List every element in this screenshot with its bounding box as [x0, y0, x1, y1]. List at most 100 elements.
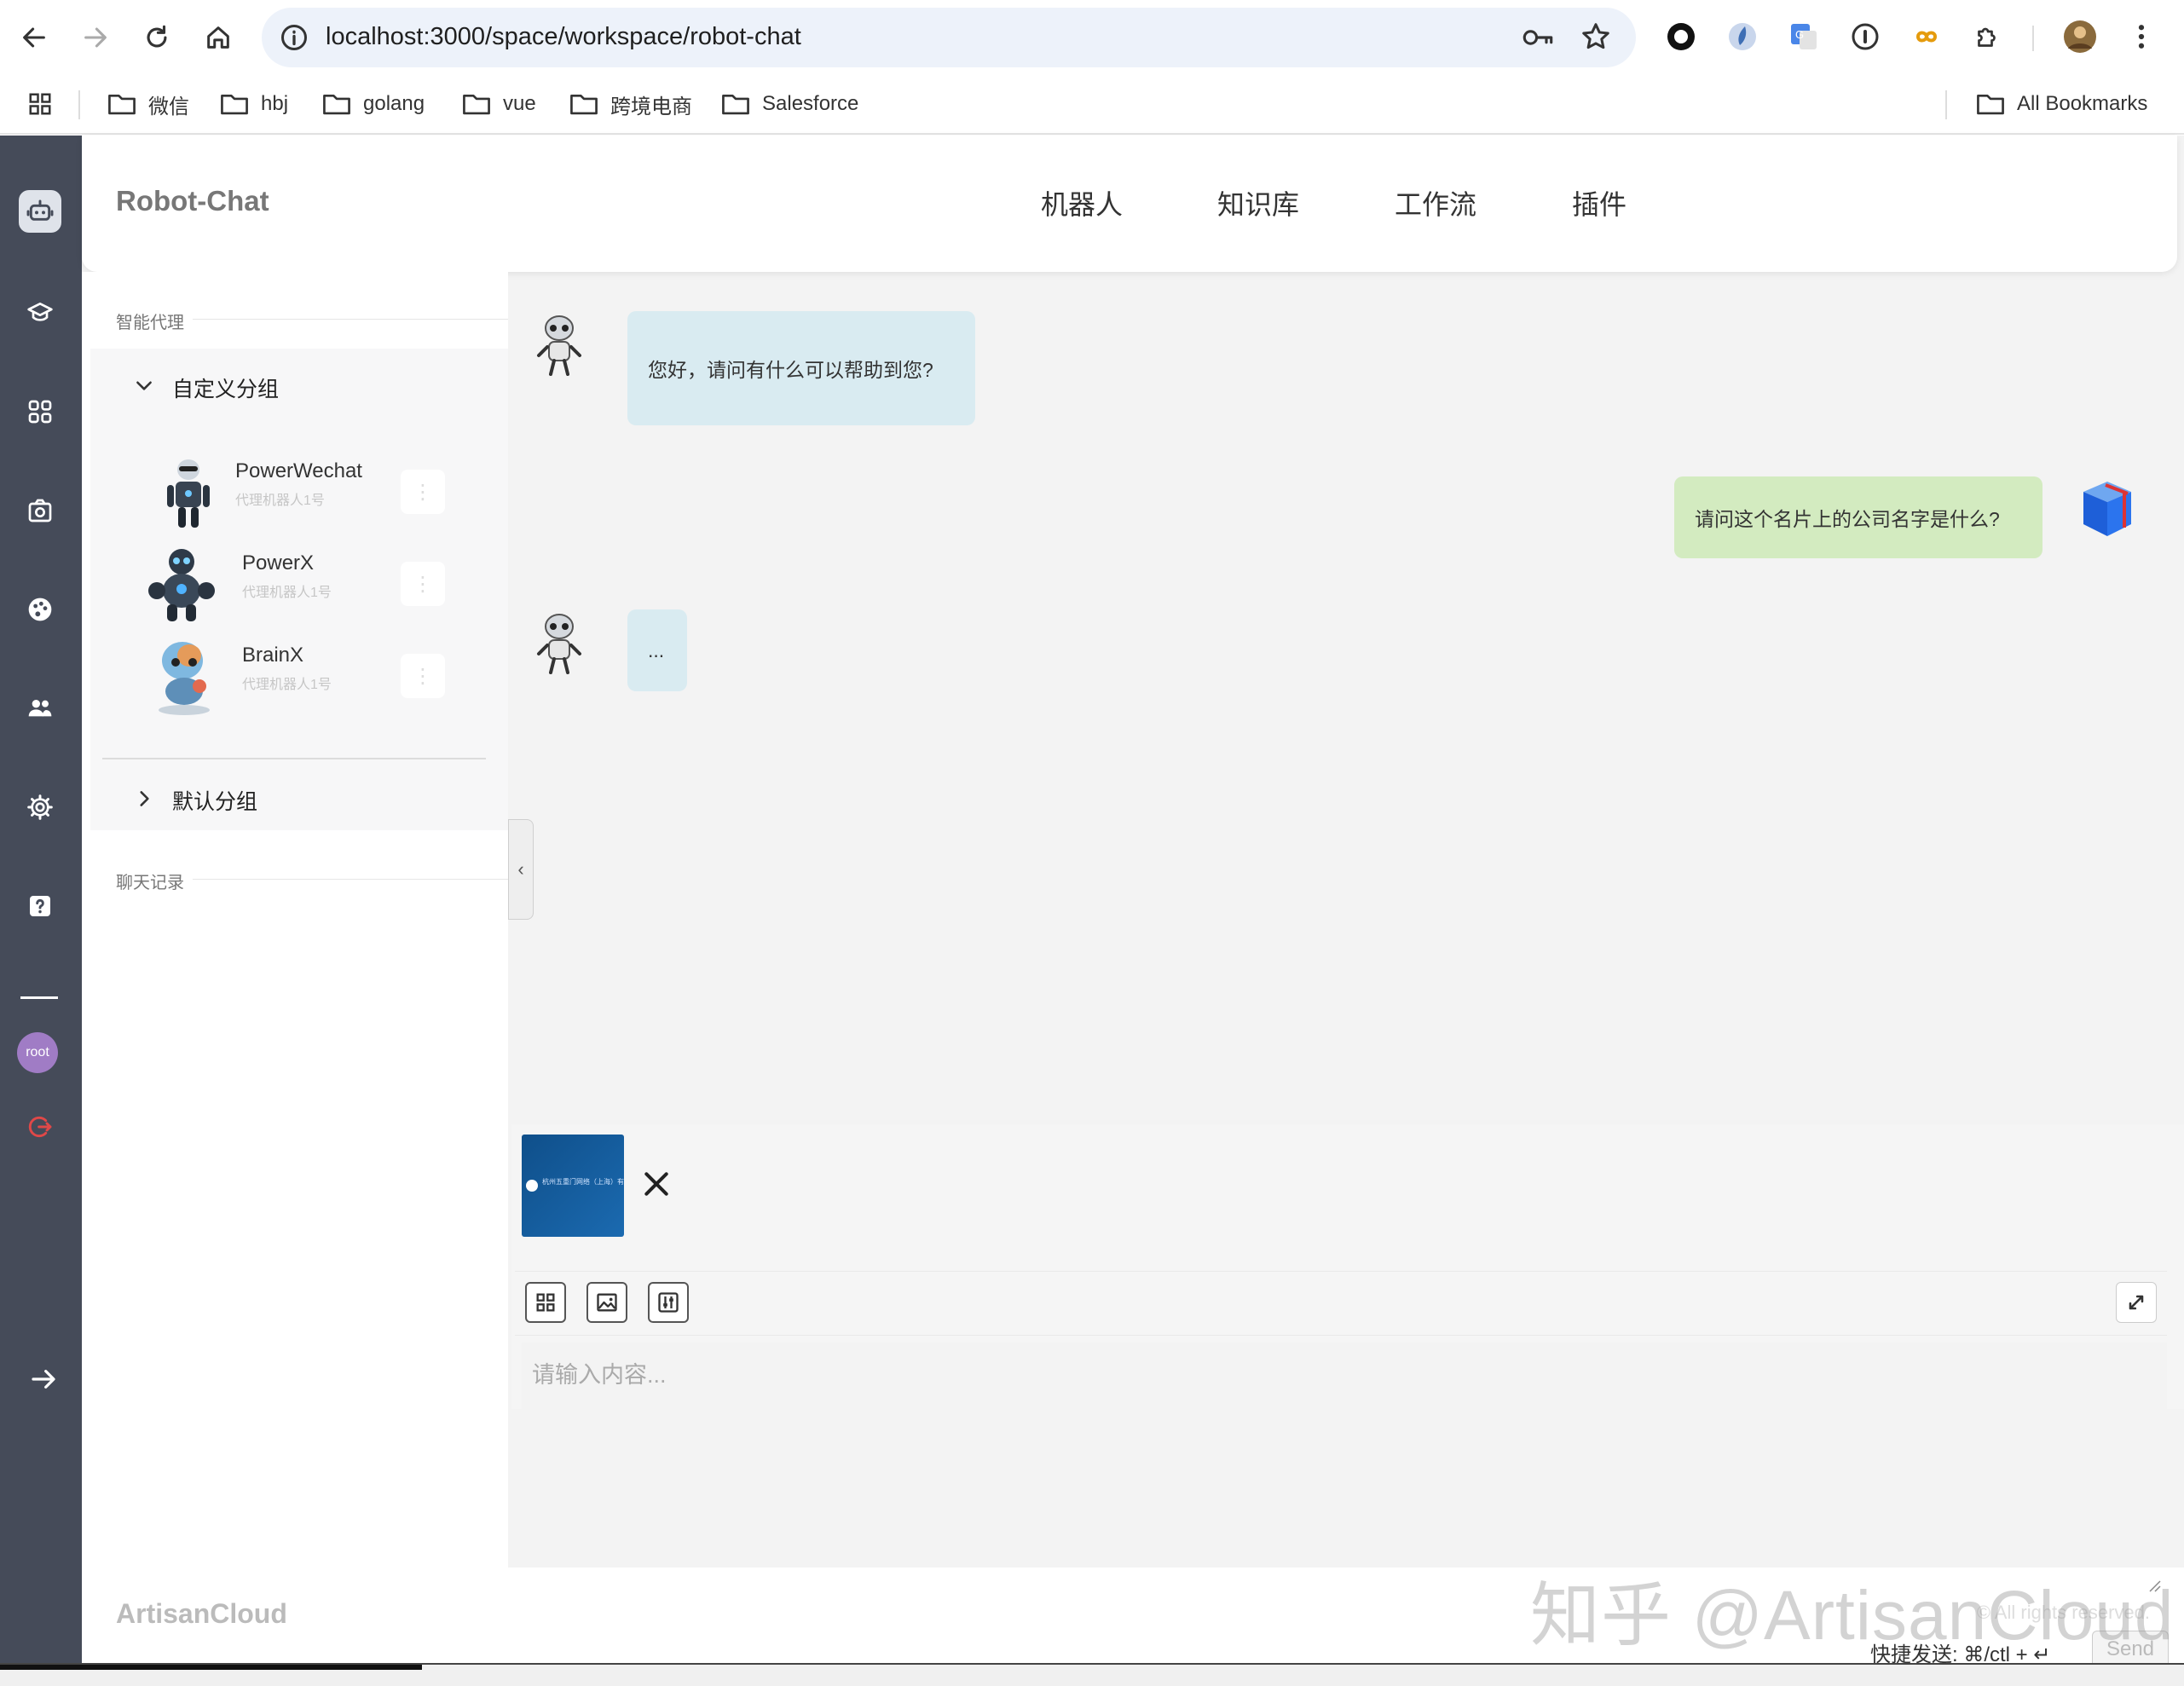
section-divider [193, 319, 508, 320]
agent-menu-button[interactable]: ⋮ [401, 470, 445, 514]
agent-menu-button[interactable]: ⋮ [401, 562, 445, 606]
footer-brand: ArtisanCloud [116, 1598, 287, 1629]
extension-drop-icon[interactable] [1725, 19, 1760, 55]
bookmark-folder[interactable]: 微信 [107, 87, 189, 121]
all-bookmarks-folder[interactable]: All Bookmarks [1976, 87, 2147, 121]
user-message-bubble: 请问这个名片上的公司名字是什么? [1674, 476, 2042, 558]
svg-text:G: G [1795, 28, 1804, 41]
arrow-right-icon [84, 27, 107, 48]
nav-workflow[interactable]: 工作流 [1395, 183, 1476, 222]
bot-avatar-icon [537, 614, 581, 674]
bookmark-folder[interactable]: hbj [220, 87, 288, 121]
site-info-icon[interactable] [279, 22, 309, 53]
camera-icon[interactable] [19, 489, 61, 532]
browser-toolbar: localhost:3000/space/workspace/robot-cha… [0, 0, 2184, 75]
nav-robots[interactable]: 机器人 [1041, 183, 1123, 222]
apps-button[interactable] [525, 1282, 566, 1323]
expand-icon [2129, 1295, 2144, 1310]
user-avatar[interactable]: root [17, 1032, 58, 1073]
close-icon[interactable] [639, 1167, 673, 1201]
bot-typing-bubble: ... [627, 609, 687, 691]
agents-section-title: 智能代理 [116, 314, 184, 332]
sidebar-collapse-button[interactable]: ‹ [508, 819, 534, 920]
folder-icon [570, 94, 598, 115]
address-bar[interactable]: localhost:3000/space/workspace/robot-cha… [262, 8, 1636, 67]
chevron-right-icon[interactable] [133, 788, 155, 810]
menu-dots-icon[interactable] [2123, 19, 2159, 55]
history-section-title: 聊天记录 [116, 874, 184, 892]
bookmark-folder[interactable]: Salesforce [721, 87, 858, 121]
app-brand[interactable]: Robot-Chat [116, 185, 269, 217]
translate-icon[interactable]: G [1786, 19, 1822, 55]
bot-message-bubble: 您好，请问有什么可以帮助到您? [627, 311, 975, 425]
group-custom[interactable]: 自定义分组 [172, 372, 279, 403]
agent-menu-button[interactable]: ⋮ [401, 654, 445, 698]
arrow-left-icon [23, 27, 45, 48]
nav-plugins[interactable]: 插件 [1572, 183, 1626, 222]
logo-dot-icon [526, 1180, 538, 1192]
top-header: Robot-Chat 机器人 知识库 工作流 插件 [82, 136, 2177, 272]
robot-avatar-icon [167, 459, 210, 528]
logout-icon[interactable] [19, 1106, 61, 1148]
bookmark-star-icon[interactable] [1580, 20, 1612, 53]
forward-button[interactable] [75, 17, 116, 58]
robot-icon[interactable] [19, 190, 61, 233]
agent-item-powerx[interactable]: PowerX 代理机器人1号 ⋮ [143, 543, 450, 625]
user-cube-avatar-icon [2083, 482, 2131, 536]
chevron-down-icon[interactable] [133, 374, 155, 396]
app-main: Robot-Chat 机器人 知识库 工作流 插件 智能代理 自定义分组 Pow… [82, 136, 2184, 1668]
rail-divider [20, 996, 58, 999]
folder-icon [722, 94, 749, 115]
group-divider [102, 758, 486, 759]
robot-avatar-icon [159, 642, 210, 715]
extension-circle-icon[interactable] [1663, 19, 1699, 55]
infinity-extension-icon[interactable] [1909, 19, 1944, 55]
grid-icon [536, 1293, 555, 1312]
watermark-text: 知乎 @ArtisanCloud [1530, 1577, 2175, 1654]
section-divider [193, 879, 508, 880]
profile-avatar[interactable] [2062, 19, 2098, 55]
agent-item-powerwechat[interactable]: PowerWechat 代理机器人1号 ⋮ [150, 451, 457, 533]
window-bottom-edge [0, 1663, 2184, 1686]
reload-icon [147, 25, 167, 48]
palette-icon[interactable] [19, 588, 61, 631]
url-text[interactable]: localhost:3000/space/workspace/robot-cha… [326, 23, 801, 51]
fullscreen-button[interactable] [2116, 1282, 2157, 1323]
users-icon[interactable] [19, 687, 61, 730]
agent-sidebar: 智能代理 自定义分组 PowerWechat 代理机器人1号 ⋮ PowerX … [82, 272, 508, 1568]
group-default[interactable]: 默认分组 [172, 785, 257, 816]
back-button[interactable] [14, 17, 55, 58]
composer-toolbar [515, 1271, 2167, 1336]
home-button[interactable] [198, 17, 239, 58]
help-icon[interactable] [19, 885, 61, 927]
graduation-cap-icon[interactable] [19, 292, 61, 334]
bookmark-folder[interactable]: golang [322, 87, 425, 121]
chevron-left-icon: ‹ [517, 858, 524, 880]
apps-grid-icon[interactable] [19, 390, 61, 433]
settings-sliders-button[interactable] [648, 1282, 689, 1323]
puzzle-extensions-icon[interactable] [1970, 19, 2006, 55]
agent-item-brainx[interactable]: BrainX 代理机器人1号 ⋮ [147, 635, 454, 717]
folder-icon [108, 94, 136, 115]
bookmarks-bar: 微信 hbj golang vue 跨境电商 Salesforce All Bo… [0, 75, 2184, 135]
attachment-thumbnail[interactable]: 杭州五重门网络（上海）有限公司 [522, 1135, 624, 1237]
password-manager-icon[interactable] [1847, 19, 1883, 55]
bookmark-folder[interactable]: 跨境电商 [569, 87, 692, 121]
folder-icon [323, 94, 350, 115]
expand-arrow-icon[interactable] [22, 1358, 65, 1400]
password-key-icon[interactable] [1521, 22, 1555, 53]
folder-icon [463, 94, 490, 115]
image-upload-button[interactable] [586, 1282, 627, 1323]
bookmark-folder[interactable]: vue [462, 87, 536, 121]
apps-grid-icon[interactable] [26, 87, 55, 121]
sliders-icon [658, 1292, 679, 1313]
left-rail: root [0, 136, 82, 1663]
bot-avatar-icon [537, 315, 581, 376]
nav-knowledge-base[interactable]: 知识库 [1217, 183, 1299, 222]
reload-button[interactable] [136, 17, 177, 58]
home-icon [207, 26, 229, 49]
group-panel: 自定义分组 PowerWechat 代理机器人1号 ⋮ PowerX 代理机器人… [90, 349, 508, 830]
folder-icon [221, 94, 248, 115]
message-input[interactable] [522, 1342, 2167, 1590]
gear-icon[interactable] [19, 786, 61, 829]
